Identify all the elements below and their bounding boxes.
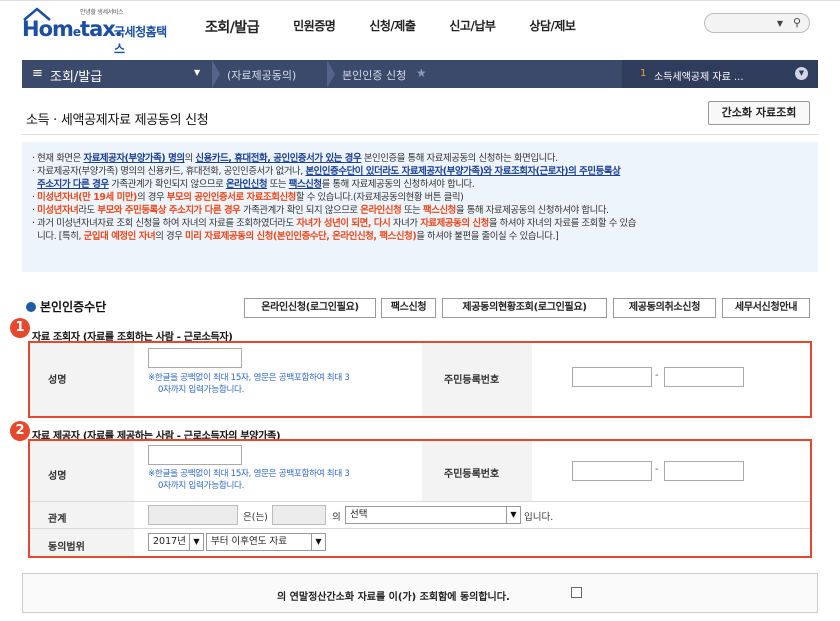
- bullet-icon: [26, 302, 36, 312]
- logo-tagline: 안녕할 생세서비스: [80, 9, 124, 16]
- recent-menu-label: 소득세액공제 자료 ...: [654, 72, 744, 83]
- viewer-rrn-front-input[interactable]: [572, 367, 652, 387]
- breadcrumb-item-consent[interactable]: (자료제공동의): [227, 67, 296, 83]
- star-icon[interactable]: ★: [416, 66, 427, 80]
- rrn-separator: -: [655, 370, 659, 381]
- gnb-item-certificates[interactable]: 민원증명: [293, 17, 336, 37]
- page-title: 소득 · 세액공제자료 제공동의 신청: [26, 113, 209, 128]
- rrn-separator: -: [655, 464, 659, 475]
- provider-name-hint: ※한글을 공백없이 최대 15자, 영문은 공백포함하여 최대 3 0자까지 입력…: [148, 469, 350, 491]
- global-nav: 조회/발급 민원증명 신청/제출 신고/납부 상담/제보: [205, 17, 609, 37]
- year-select[interactable]: 2017년 ▼: [148, 533, 204, 551]
- viewer-name-hint: ※한글을 공백없이 최대 15자, 영문은 공백포함하여 최대 3 0자까지 입력…: [148, 373, 350, 395]
- relation-provider-name: [148, 505, 238, 525]
- agreement-checkbox[interactable]: [571, 587, 582, 598]
- agreement-box: 의 연말정산간소화 자료를 이(가) 조회함에 동의합니다.: [22, 573, 818, 613]
- notice-line: · 현재 화면은 자료제공자(부양가족) 명의의 신용카드, 휴대전화, 공인인…: [32, 153, 558, 164]
- relation-text: 은(는): [243, 512, 268, 523]
- provider-name-label: 성명: [48, 471, 67, 482]
- consent-status-button[interactable]: 제공동의현황조회(로그인필요): [442, 298, 607, 318]
- label-cell: [30, 343, 134, 416]
- gnb-item-report[interactable]: 신고/납부: [449, 17, 496, 37]
- fax-apply-button[interactable]: 팩스신청: [381, 298, 436, 318]
- simple-data-inquiry-button[interactable]: 간소화 자료조회: [708, 101, 810, 125]
- relation-label: 관계: [48, 514, 67, 525]
- location-bar: ≡ 조회/발급 ▼ (자료제공동의) 본인인증 신청 ★ 1 소득세액공제 자료…: [22, 60, 818, 88]
- range-select[interactable]: 부터 이후연도 자료 ▼: [206, 533, 326, 551]
- notice-line: · 과거 미성년자녀자료 조회 신청을 하여 자녀의 자료를 조회하였더라도 자…: [32, 218, 636, 229]
- tax-office-guide-button[interactable]: 세무서신청안내: [722, 298, 810, 318]
- provider-highlight-box: [28, 439, 812, 558]
- relation-select[interactable]: 선택 ▼: [345, 506, 521, 524]
- viewer-rrn-label: 주민등록번호: [444, 375, 500, 386]
- row-divider: [30, 501, 810, 502]
- logo-wordmark: Hometax.: [22, 17, 123, 41]
- search-input[interactable]: ▼ ⚲: [704, 13, 810, 33]
- recent-menu[interactable]: 1 소득세액공제 자료 ... ▼: [622, 60, 818, 88]
- menu-category[interactable]: 조회/발급: [50, 66, 102, 85]
- gnb-item-consult[interactable]: 상담/제보: [529, 17, 576, 37]
- chevron-down-icon: ▼: [189, 534, 203, 550]
- notice-line: 니다. [특히, 군입대 예정인 자녀의 경우 미리 자료제공동의 신청(본인인…: [37, 231, 559, 242]
- provider-rrn-label: 주민등록번호: [444, 469, 500, 480]
- step-badge: 1: [10, 318, 30, 338]
- viewer-name-input[interactable]: [148, 348, 242, 368]
- chevron-down-icon[interactable]: ▼: [194, 68, 200, 77]
- chevron-down-icon[interactable]: ▼: [777, 19, 783, 28]
- consent-range-label: 동의범위: [48, 542, 85, 553]
- online-apply-button[interactable]: 온라인신청(로그인필요): [244, 298, 376, 318]
- provider-name-input[interactable]: [148, 445, 242, 465]
- notice-line: · 미성년자녀라도 부모와 주민등록상 주소지가 다른 경우 가족관계가 확인 …: [32, 205, 609, 216]
- relation-text: 입니다.: [524, 512, 554, 523]
- relation-text: 의: [332, 512, 341, 523]
- breadcrumb-separator: [327, 60, 335, 88]
- relation-viewer-name: [272, 505, 326, 525]
- search-icon[interactable]: ⚲: [793, 16, 801, 29]
- gnb-item-apply[interactable]: 신청/제출: [369, 17, 416, 37]
- provider-rrn-front-input[interactable]: [572, 461, 652, 481]
- notice-line: · 자료제공자(부양가족) 명의의 신용카드, 휴대전화, 공인인증서가 없거나…: [32, 166, 621, 177]
- logo-korean-name: 국세청홈택스: [114, 25, 167, 56]
- chevron-down-icon: ▼: [506, 507, 520, 523]
- agreement-text: 의 연말정산간소화 자료를 이(가) 조회함에 동의합니다.: [277, 592, 510, 603]
- step-badge: 2: [10, 421, 30, 441]
- provider-rrn-back-input[interactable]: [664, 461, 744, 481]
- row-divider: [30, 528, 810, 529]
- notice-line: · 미성년자녀(만 19세 미만)의 경우 부모의 공인인증서로 자료조회신청할…: [32, 192, 464, 203]
- auth-section-heading: 본인인증수단: [26, 298, 106, 315]
- divider: [22, 134, 818, 135]
- notice-box: · 현재 화면은 자료제공자(부양가족) 명의의 신용카드, 휴대전화, 공인인…: [22, 142, 818, 272]
- viewer-name-label: 성명: [48, 375, 67, 386]
- breadcrumb-item-auth[interactable]: 본인인증 신청: [342, 67, 406, 83]
- notice-line: 주소지가 다른 경우 가족관계가 확인되지 않으므로 온라인신청 또는 팩스신청…: [37, 179, 475, 190]
- gnb-item-inquiry[interactable]: 조회/발급: [205, 17, 260, 37]
- recent-count: 1: [640, 68, 647, 79]
- chevron-down-icon: ▼: [311, 534, 325, 550]
- top-header: 안녕할 생세서비스 Hometax. 국세청홈택스 조회/발급 민원증명 신청/…: [0, 0, 840, 56]
- chevron-down-icon[interactable]: ▼: [795, 67, 808, 80]
- hamburger-icon[interactable]: ≡: [32, 66, 43, 81]
- viewer-rrn-back-input[interactable]: [664, 367, 744, 387]
- breadcrumb-separator: [212, 60, 220, 88]
- hometax-logo[interactable]: 안녕할 생세서비스 Hometax. 국세청홈택스: [22, 7, 172, 56]
- consent-cancel-button[interactable]: 제공동의취소신청: [613, 298, 716, 318]
